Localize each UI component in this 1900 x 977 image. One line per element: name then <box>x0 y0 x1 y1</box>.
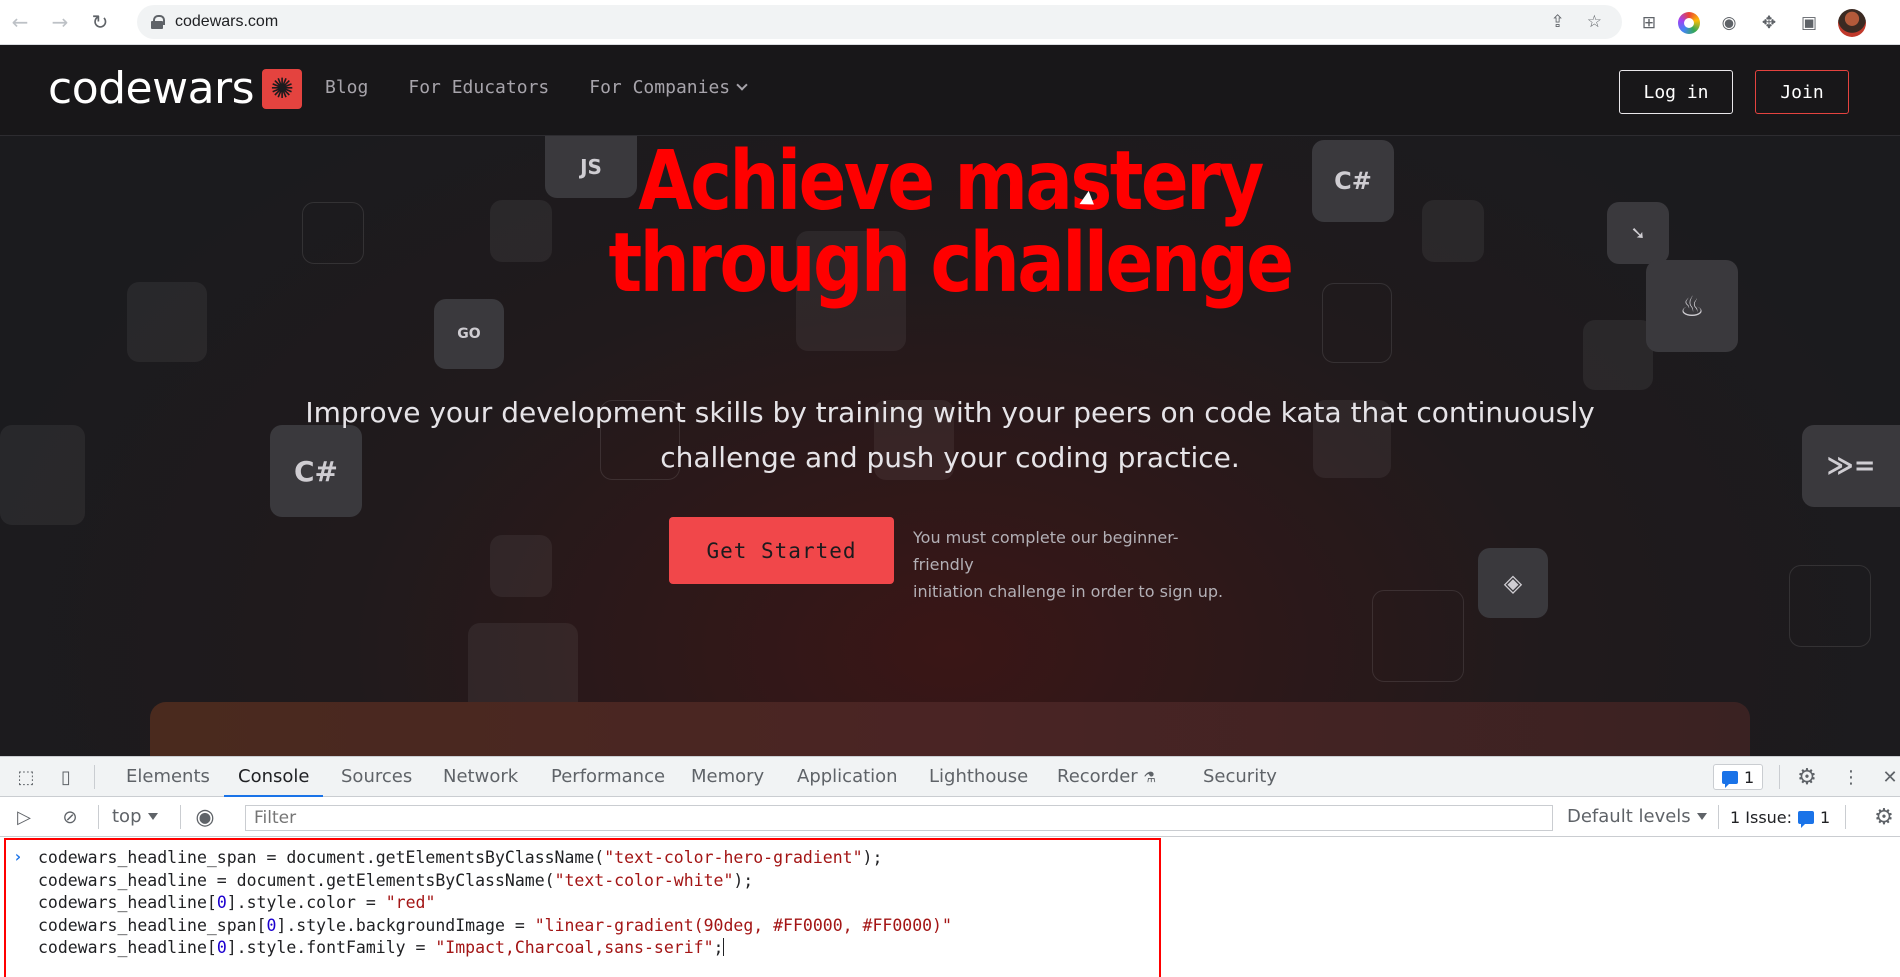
nav-blog[interactable]: Blog <box>325 77 368 98</box>
bookmark-star-icon[interactable]: ☆ <box>1587 12 1602 32</box>
tab-security[interactable]: Security <box>1203 757 1277 797</box>
browser-toolbar: ← → ↻ codewars.com ⇪ ☆ ⊞ ◉ ✥ ▣ <box>0 0 1900 45</box>
decor-tile <box>1789 565 1871 647</box>
tab-sources[interactable]: Sources <box>341 757 412 797</box>
join-button[interactable]: Join <box>1755 70 1849 114</box>
tab-recorder[interactable]: Recorder ⚗ <box>1057 757 1156 797</box>
tab-application[interactable]: Application <box>797 757 898 797</box>
eye-icon[interactable]: ◉ <box>193 805 217 830</box>
caret-down-icon <box>1696 813 1707 820</box>
puzzle-extensions-icon[interactable]: ✥ <box>1758 12 1780 34</box>
url-text[interactable]: codewars.com <box>175 13 278 31</box>
page-viewport: JS GO C# C# ➘ ♨ ≫= ◈ codewars ✺ Blog For… <box>0 45 1900 756</box>
extension-grid-icon[interactable]: ⊞ <box>1638 12 1660 34</box>
inspect-element-icon[interactable]: ⬚ <box>14 765 38 789</box>
devtools-tabbar: ⬚ ▯ Elements Console Sources Network Per… <box>0 757 1900 797</box>
decor-tile <box>490 535 552 597</box>
issues-badge[interactable]: 1 Issue: 1 <box>1722 804 1839 830</box>
decor-tile <box>1372 590 1464 682</box>
context-selector[interactable]: top <box>112 797 158 837</box>
log-levels-label: Default levels <box>1567 806 1691 827</box>
color-picker-extension-icon[interactable] <box>1678 11 1700 34</box>
divider <box>94 765 95 789</box>
nav-for-companies[interactable]: For Companies <box>589 77 748 98</box>
subheadline-line-2: challenge and push your coding practice. <box>660 441 1240 474</box>
log-levels-dropdown[interactable]: Default levels <box>1567 797 1707 837</box>
more-options-icon[interactable]: ⋮ <box>1839 765 1863 789</box>
message-icon <box>1722 770 1738 788</box>
tab-network[interactable]: Network <box>443 757 518 797</box>
headline-line-1: Achieve mastery <box>638 134 1264 229</box>
reload-icon[interactable]: ↻ <box>80 0 120 45</box>
issue-message-icon <box>1798 810 1815 828</box>
back-icon[interactable]: ← <box>0 0 40 45</box>
hero-headline: Achieve mastery through challenge <box>133 141 1767 305</box>
tab-recorder-label: Recorder <box>1057 766 1138 787</box>
issues-label: 1 Issue: <box>1730 807 1793 827</box>
share-icon[interactable]: ⇪ <box>1551 12 1565 32</box>
decor-tile <box>1583 320 1653 390</box>
nav-for-educators[interactable]: For Educators <box>408 77 549 98</box>
filter-input[interactable] <box>245 805 1553 831</box>
settings-gear-icon[interactable]: ⚙ <box>1795 765 1819 790</box>
site-header: codewars ✺ Blog For Educators For Compan… <box>0 45 1900 136</box>
signup-note-line-1: You must complete our beginner-friendly <box>913 528 1179 574</box>
get-started-button[interactable]: Get Started <box>669 517 894 584</box>
messages-count: 1 <box>1744 767 1755 787</box>
issues-count: 1 <box>1820 807 1831 827</box>
go-tile: GO <box>434 299 504 369</box>
divider <box>1718 805 1719 829</box>
signup-note-line-2: initiation challenge in order to sign up… <box>913 582 1224 601</box>
divider <box>180 805 181 829</box>
login-button[interactable]: Log in <box>1619 70 1733 114</box>
device-toolbar-icon[interactable]: ▯ <box>54 765 78 789</box>
highlight-annotation-box <box>4 838 1161 977</box>
headline-line-2: through challenge <box>608 216 1294 311</box>
haskell-tile: ≫= <box>1802 425 1900 507</box>
lock-icon <box>151 15 165 29</box>
nav-for-companies-label: For Companies <box>589 77 731 98</box>
flask-icon: ⚗ <box>1143 770 1156 786</box>
address-bar[interactable]: codewars.com ⇪ ☆ <box>137 5 1622 39</box>
decor-tile <box>0 425 85 525</box>
context-value: top <box>112 806 142 827</box>
codewars-logo-icon: ✺ <box>262 68 303 109</box>
signup-note: You must complete our beginner-friendly … <box>913 524 1233 605</box>
codewars-logo[interactable]: codewars ✺ <box>48 63 303 114</box>
tab-performance[interactable]: Performance <box>551 757 665 797</box>
camera-extension-icon[interactable]: ◉ <box>1718 12 1740 34</box>
subheadline-line-1: Improve your development skills by train… <box>305 396 1595 429</box>
divider <box>1779 765 1780 789</box>
divider <box>1845 805 1846 829</box>
tab-console[interactable]: Console <box>223 757 325 797</box>
ruby-tile: ◈ <box>1478 548 1548 618</box>
logo-text: codewars <box>48 63 255 114</box>
hero-panel <box>150 702 1750 756</box>
console-settings-icon[interactable]: ⚙ <box>1872 805 1896 830</box>
main-nav: Blog For Educators For Companies <box>325 77 748 98</box>
messages-badge[interactable]: 1 <box>1713 764 1764 790</box>
caret-down-icon <box>147 813 158 820</box>
hero-subheadline: Improve your development skills by train… <box>300 390 1600 480</box>
console-toolbar: ▷ ⊘ top ◉ Default levels 1 Issue: 1 ⚙ <box>0 797 1900 837</box>
forward-icon[interactable]: → <box>40 0 80 45</box>
tab-memory[interactable]: Memory <box>691 757 764 797</box>
tab-elements[interactable]: Elements <box>126 757 210 797</box>
tab-lighthouse[interactable]: Lighthouse <box>929 757 1028 797</box>
profile-avatar[interactable] <box>1838 8 1866 37</box>
clear-console-icon[interactable]: ⊘ <box>58 805 82 829</box>
divider <box>98 805 99 829</box>
devtools-panel: ⬚ ▯ Elements Console Sources Network Per… <box>0 756 1900 977</box>
sidebar-toggle-icon[interactable]: ▷ <box>12 805 36 829</box>
side-panel-icon[interactable]: ▣ <box>1798 12 1820 34</box>
chevron-down-icon <box>736 79 748 91</box>
close-icon[interactable]: ✕ <box>1878 765 1900 789</box>
